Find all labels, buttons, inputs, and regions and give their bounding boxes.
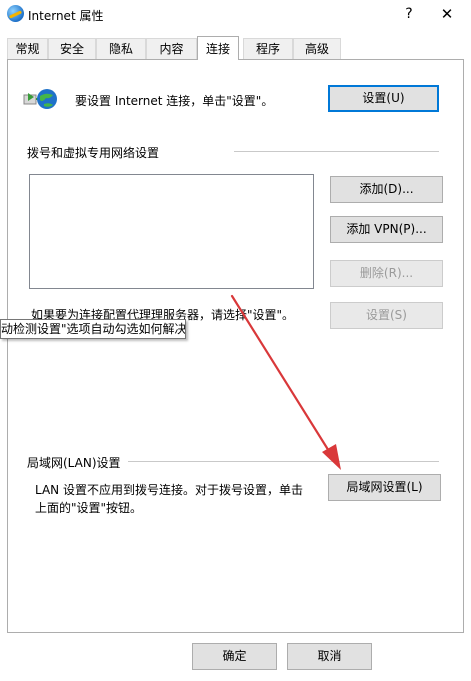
help-button[interactable]: ? [398,3,420,25]
network-connection-icon [23,89,57,109]
tooltip: 动检测设置"选项自动勾选如何解决 [0,319,186,339]
dialup-group-label: 拨号和虚拟专用网络设置 [27,146,160,160]
add-vpn-button[interactable]: 添加 VPN(P)... [330,216,443,243]
lan-group-divider [128,461,439,462]
lan-settings-button[interactable]: 局域网设置(L) [328,474,441,501]
dialup-group-divider [234,151,439,152]
ok-button[interactable]: 确定 [192,643,277,670]
internet-globe-icon [7,5,24,22]
tab-general[interactable]: 常规 [7,38,48,59]
tab-connections[interactable]: 连接 [197,36,239,60]
connection-settings-button[interactable]: 设置(S) [330,302,443,329]
lan-group-label: 局域网(LAN)设置 [27,456,121,470]
window-title: Internet 属性 [28,9,104,23]
lan-description-line2: 上面的"设置"按钮。 [35,501,143,515]
cancel-button[interactable]: 取消 [287,643,372,670]
tab-programs[interactable]: 程序 [243,38,293,59]
tab-advanced[interactable]: 高级 [293,38,341,59]
lan-description-line1: LAN 设置不应用到拨号连接。对于拨号设置，单击 [35,483,303,497]
close-button[interactable]: ✕ [436,3,458,25]
tab-privacy[interactable]: 隐私 [96,38,146,59]
tab-security[interactable]: 安全 [48,38,96,59]
remove-connection-button[interactable]: 删除(R)... [330,260,443,287]
tab-content[interactable]: 内容 [146,38,197,59]
connection-list[interactable] [29,174,314,289]
add-connection-button[interactable]: 添加(D)... [330,176,443,203]
setup-button[interactable]: 设置(U) [328,85,439,112]
setup-instructions: 要设置 Internet 连接，单击"设置"。 [75,94,274,108]
